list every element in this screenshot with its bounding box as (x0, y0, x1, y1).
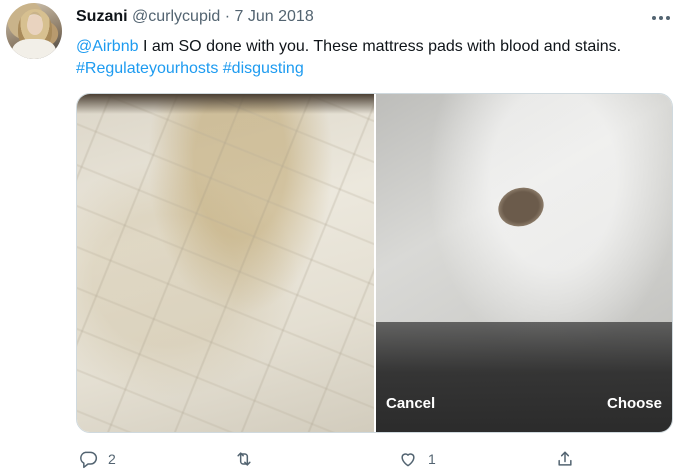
author-handle[interactable]: @curlycupid (132, 8, 220, 25)
author-name[interactable]: Suzani (76, 8, 128, 25)
share-button[interactable] (555, 447, 575, 471)
like-button[interactable]: 1 (398, 447, 436, 471)
more-dot (666, 16, 670, 20)
mattress-photo-left[interactable] (77, 94, 374, 432)
photo-shadow (77, 94, 374, 114)
separator-dot: · (224, 8, 231, 25)
hashtag-link[interactable]: #disgusting (223, 60, 304, 77)
tweet-actions: 2 1 (76, 447, 586, 471)
avatar[interactable] (6, 3, 62, 59)
tweet[interactable]: Suzani @curlycupid · 7 Jun 2018 @Airbnb … (0, 0, 680, 471)
mention-link[interactable]: @Airbnb (76, 38, 139, 55)
photo-picker-bar: Cancel Choose (376, 322, 672, 432)
hashtag-link[interactable]: #Regulateyourhosts (76, 60, 218, 77)
stain-spot (493, 181, 549, 233)
avatar-face (27, 15, 43, 35)
reply-count: 2 (108, 451, 116, 467)
tweet-text: @Airbnb I am SO done with you. These mat… (76, 36, 656, 80)
tweet-header: Suzani @curlycupid · 7 Jun 2018 (76, 8, 314, 26)
more-dot (659, 16, 663, 20)
tweet-body: I am SO done with you. These mattress pa… (138, 38, 622, 55)
choose-button[interactable]: Choose (607, 395, 662, 412)
tweet-date[interactable]: 7 Jun 2018 (235, 8, 314, 25)
tweet-media: Cancel Choose (76, 93, 673, 433)
retweet-button[interactable] (234, 447, 264, 471)
more-dot (652, 16, 656, 20)
avatar-shirt (12, 39, 56, 59)
reply-button[interactable]: 2 (78, 447, 116, 471)
mattress-photo-right[interactable]: Cancel Choose (376, 94, 672, 432)
reply-icon (80, 451, 98, 469)
more-icon[interactable] (652, 16, 672, 22)
cancel-button[interactable]: Cancel (386, 395, 435, 412)
share-icon (558, 451, 572, 466)
like-count: 1 (428, 451, 436, 467)
retweet-icon (237, 452, 251, 466)
like-icon (401, 453, 415, 467)
